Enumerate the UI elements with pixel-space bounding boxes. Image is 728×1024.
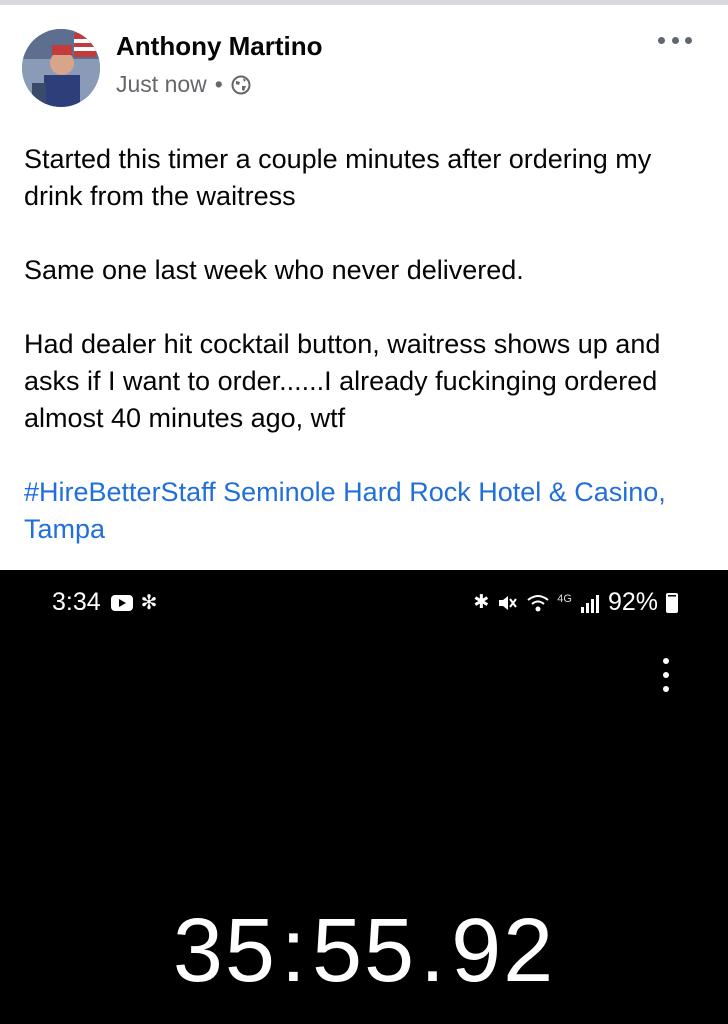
author-name[interactable]: Anthony Martino bbox=[116, 31, 323, 62]
post-paragraph-3: Had dealer hit cocktail button, waitress… bbox=[24, 329, 661, 433]
battery-percent: 92% bbox=[607, 588, 658, 616]
status-time: 3:34 bbox=[52, 588, 101, 616]
youtube-icon bbox=[110, 594, 133, 611]
avatar[interactable] bbox=[22, 29, 100, 107]
timer-minutes: 35 bbox=[172, 901, 277, 1001]
stopwatch-readout: 35:55.92 bbox=[0, 900, 728, 1003]
globe-icon bbox=[231, 75, 251, 94]
status-bar-left: 3:34 ✻ bbox=[52, 588, 157, 617]
post-meta: Just now • bbox=[116, 71, 251, 98]
timer-colon: : bbox=[280, 901, 308, 1001]
signal-icon bbox=[580, 594, 599, 613]
meta-separator: • bbox=[214, 71, 223, 97]
status-bar-right: ✱ 4G 92% bbox=[473, 588, 678, 617]
avatar-image bbox=[22, 29, 100, 107]
network-type: 4G bbox=[557, 592, 572, 605]
battery-icon bbox=[666, 592, 678, 613]
fan-icon: ✻ bbox=[140, 592, 158, 614]
more-options-icon[interactable] bbox=[658, 33, 692, 47]
kebab-menu-icon[interactable] bbox=[662, 658, 670, 692]
timer-hundredths: 92 bbox=[451, 901, 556, 1001]
wifi-icon bbox=[527, 594, 549, 611]
post-body: Started this timer a couple minutes afte… bbox=[24, 141, 704, 548]
hashtag-link[interactable]: #HireBetterStaff bbox=[24, 477, 216, 507]
phone-screenshot: 3:34 ✻ ✱ 4G 92% 35:55.92 bbox=[0, 570, 728, 1024]
post-time[interactable]: Just now bbox=[116, 71, 207, 98]
post-paragraph-2: Same one last week who never delivered. bbox=[24, 255, 524, 285]
bluetooth-icon: ✱ bbox=[473, 592, 490, 613]
facebook-post: Anthony Martino Just now • Started this … bbox=[0, 5, 728, 570]
mute-icon bbox=[499, 595, 518, 610]
timer-seconds: 55 bbox=[311, 901, 417, 1001]
post-tags: #HireBetterStaff Seminole Hard Rock Hote… bbox=[24, 474, 704, 548]
timer-dot: . bbox=[420, 901, 448, 1001]
post-paragraph-1: Started this timer a couple minutes afte… bbox=[24, 144, 652, 211]
